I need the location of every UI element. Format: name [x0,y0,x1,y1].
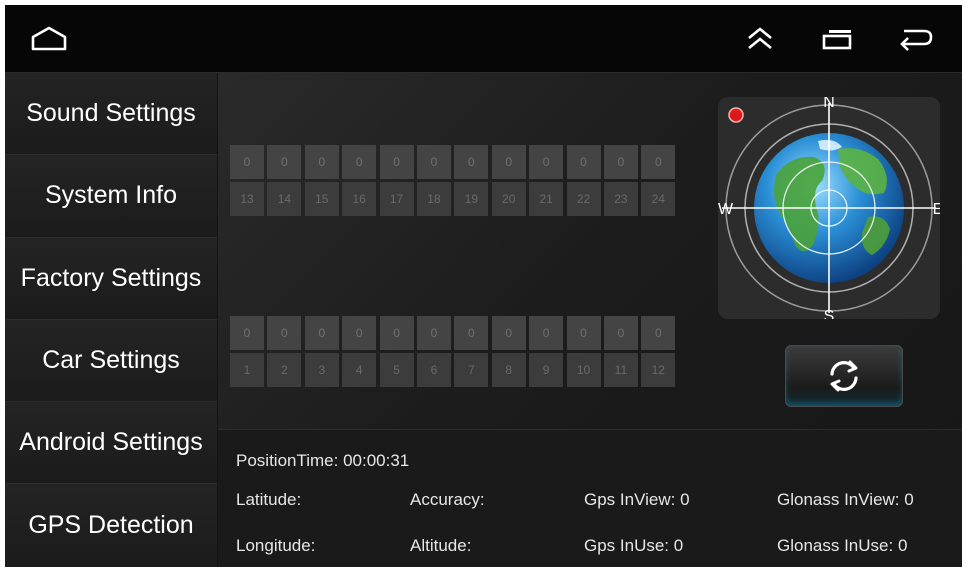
satellite-signal-cell: 0 [566,316,601,350]
satellite-signal-cell: 0 [641,316,676,350]
satellite-id-cell: 20 [491,182,526,216]
back-button[interactable] [896,19,936,59]
home-icon [31,26,67,51]
satellite-signal-cell: 0 [342,145,377,179]
sidebar-item-factory-settings[interactable]: Factory Settings [5,237,217,320]
settings-sidebar: Sound Settings System Info Factory Setti… [5,73,217,567]
recent-apps-icon [822,30,852,50]
sidebar-item-car-settings[interactable]: Car Settings [5,319,217,403]
satellite-id-cell: 1 [230,353,264,387]
satellite-id-cell: 10 [566,353,601,387]
satellite-id-cell: 14 [267,182,302,216]
satellite-id-cell: 19 [454,182,489,216]
satellite-signal-cell: 0 [379,316,414,350]
compass-north-label: N [823,97,835,111]
compass-east-label: E [933,201,940,218]
satellite-signal-cell: 0 [230,145,264,179]
refresh-icon [830,360,858,392]
satellite-signal-cell: 0 [491,316,526,350]
satellite-signal-cell: 0 [267,316,302,350]
satellite-signal-cell: 0 [566,145,601,179]
compass-west-label: W [718,201,734,218]
satellite-id-cell: 6 [416,353,451,387]
satellite-id-cell: 9 [529,353,564,387]
satellite-id-cell: 7 [454,353,489,387]
glonass-inview: Glonass InView: 0 [777,490,914,509]
satellite-signal-cell: 0 [529,316,564,350]
satellite-signal-cell: 0 [416,145,451,179]
satellite-id-cell: 22 [566,182,601,216]
sidebar-item-sound-settings[interactable]: Sound Settings [5,73,217,156]
expand-up-button[interactable] [740,19,780,59]
gps-main-panel: 0 0 0 0 0 0 0 0 0 0 0 0 13 14 15 16 17 1… [218,73,962,567]
satellite-signal-cell: 0 [267,145,302,179]
satellite-id-cell: 13 [230,182,264,216]
glonass-inuse: Glonass InUse: 0 [777,536,908,555]
satellite-id-cell: 16 [342,182,377,216]
satellite-id-cell: 11 [603,353,638,387]
satellite-signal-cell: 0 [342,316,377,350]
satellite-id-cell: 5 [379,353,414,387]
satellite-signal-cell: 0 [529,145,564,179]
satellite-signal-cell: 0 [603,316,638,350]
satellite-signal-cell: 0 [454,316,489,350]
gps-detection-screen: Sound Settings System Info Factory Setti… [5,5,962,567]
accuracy-label: Accuracy: [410,490,485,509]
back-icon [900,29,933,51]
satellite-id-cell: 18 [416,182,451,216]
satellite-grid-lower: 0 0 0 0 0 0 0 0 0 0 0 0 1 2 3 4 5 6 7 8 … [230,316,676,387]
sidebar-item-gps-detection[interactable]: GPS Detection [5,484,217,567]
position-time: PositionTime: 00:00:31 [236,451,410,470]
globe-compass-graphic: N E S W [718,97,940,319]
satellite-signal-cell: 0 [304,316,339,350]
sidebar-item-system-info[interactable]: System Info [5,155,217,238]
altitude-label: Altitude: [410,536,472,555]
satellite-id-cell: 15 [304,182,339,216]
gps-info-panel: PositionTime: 00:00:31 Latitude: Longitu… [218,429,962,567]
longitude-label: Longitude: [236,536,316,555]
gps-inuse: Gps InUse: 0 [584,536,684,555]
satellite-signal-cell: 0 [304,145,339,179]
double-chevron-up-icon [748,27,772,50]
satellite-signal-cell: 0 [416,316,451,350]
satellite-id-cell: 3 [304,353,339,387]
gps-status-dot [728,107,744,123]
sidebar-item-android-settings[interactable]: Android Settings [5,402,217,485]
satellite-signal-cell: 0 [230,316,264,350]
satellite-id-cell: 12 [641,353,676,387]
latitude-label: Latitude: [236,490,302,509]
home-button[interactable] [29,19,69,59]
satellite-id-cell: 8 [491,353,526,387]
satellite-signal-cell: 0 [641,145,676,179]
recent-apps-button[interactable] [818,19,858,59]
satellite-grid-upper: 0 0 0 0 0 0 0 0 0 0 0 0 13 14 15 16 17 1… [230,145,676,216]
satellite-id-cell: 4 [342,353,377,387]
satellite-id-cell: 2 [267,353,302,387]
refresh-button[interactable] [785,345,903,407]
satellite-signal-cell: 0 [603,145,638,179]
satellite-id-cell: 17 [379,182,414,216]
compass-globe-panel: N E S W [718,97,940,319]
satellite-signal-cell: 0 [454,145,489,179]
navigation-bar [5,5,962,73]
satellite-id-cell: 21 [529,182,564,216]
satellite-signal-cell: 0 [491,145,526,179]
satellite-signal-cell: 0 [379,145,414,179]
gps-inview: Gps InView: 0 [584,490,690,509]
compass-south-label: S [824,308,835,319]
satellite-id-cell: 23 [603,182,638,216]
satellite-id-cell: 24 [641,182,676,216]
